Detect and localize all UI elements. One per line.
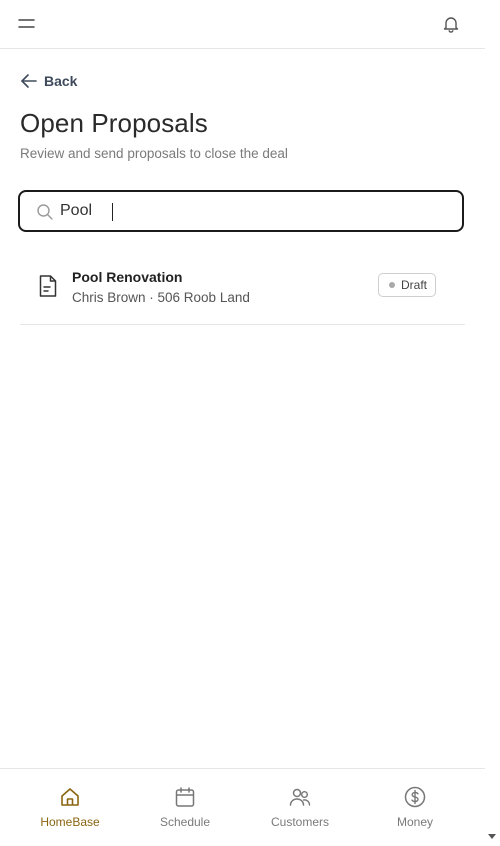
back-label: Back xyxy=(44,73,78,89)
nav-item-customers[interactable]: Customers xyxy=(250,769,350,846)
hamburger-icon xyxy=(18,19,35,28)
status-dot xyxy=(389,282,395,288)
search-icon xyxy=(37,204,53,220)
menu-button[interactable] xyxy=(18,16,36,32)
users-icon xyxy=(289,788,311,806)
status-label: Draft xyxy=(401,278,428,292)
nav-item-homebase[interactable]: HomeBase xyxy=(20,769,120,846)
bottom-nav: HomeBase Schedule Customers Money xyxy=(0,768,485,846)
search-input[interactable] xyxy=(60,199,450,223)
app: Back Open Proposals Review and send prop… xyxy=(0,0,485,846)
bell-icon xyxy=(443,17,459,33)
proposal-details: Chris Brown · 506 Roob Land xyxy=(72,290,250,305)
page-title: Open Proposals xyxy=(20,108,208,138)
back-link[interactable]: Back xyxy=(20,72,77,90)
nav-label: Money xyxy=(396,815,434,829)
home-icon xyxy=(61,788,79,806)
scroll-down-arrow-icon[interactable] xyxy=(488,834,496,839)
arrow-left-icon xyxy=(21,74,37,88)
document-icon xyxy=(39,275,57,297)
search-box[interactable] xyxy=(18,190,464,232)
nav-item-schedule[interactable]: Schedule xyxy=(135,769,235,846)
dollar-icon xyxy=(404,786,426,808)
calendar-icon xyxy=(175,787,195,807)
scrollbar[interactable] xyxy=(485,0,500,845)
notifications-button[interactable] xyxy=(441,14,461,34)
nav-item-money[interactable]: Money xyxy=(365,769,465,846)
nav-label: Schedule xyxy=(159,815,211,829)
text-caret xyxy=(112,203,113,221)
status-badge: Draft xyxy=(378,273,437,297)
page-subtitle: Review and send proposals to close the d… xyxy=(20,146,288,161)
nav-label: HomeBase xyxy=(40,815,100,829)
list-item[interactable]: Pool Renovation Chris Brown · 506 Roob L… xyxy=(20,260,465,325)
nav-label: Customers xyxy=(270,815,329,829)
proposal-title: Pool Renovation xyxy=(72,269,183,285)
top-bar xyxy=(0,0,485,49)
